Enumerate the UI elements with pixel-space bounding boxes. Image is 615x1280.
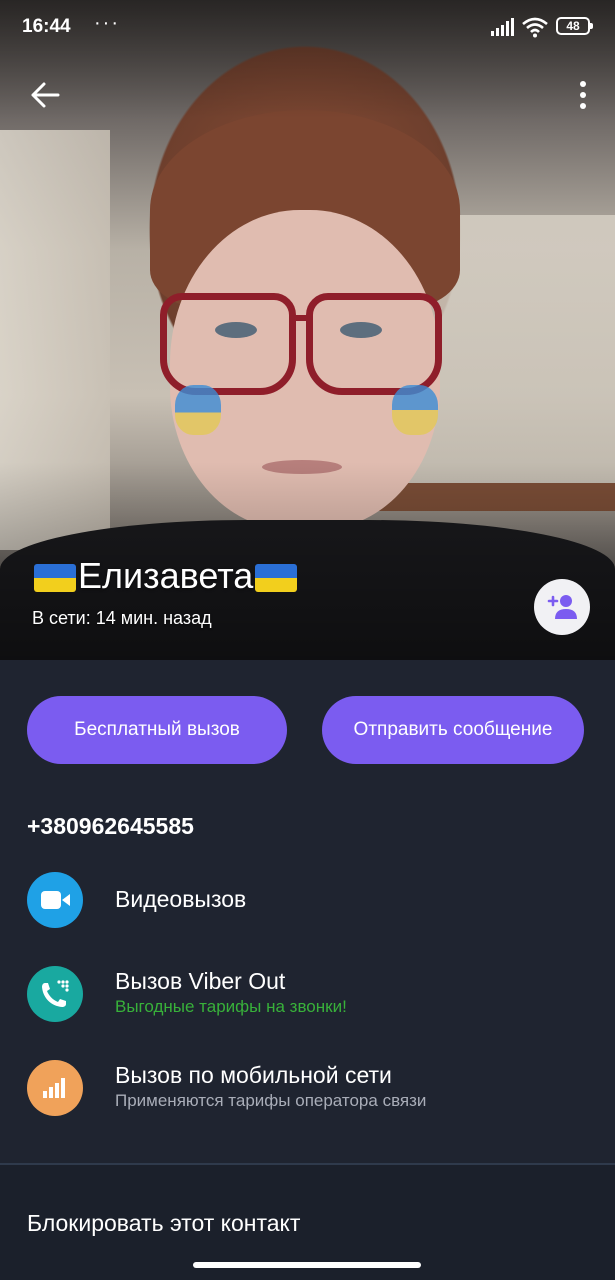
viber-out-option[interactable]: Вызов Viber Out Выгодные тарифы на звонк… (27, 966, 587, 1026)
contact-name: Елизавета (32, 555, 299, 597)
send-message-button[interactable]: Отправить сообщение (322, 696, 584, 764)
video-call-label: Видеовызов (115, 886, 247, 912)
cellular-signal-icon (27, 1060, 83, 1116)
video-call-option[interactable]: Видеовызов (27, 872, 587, 932)
viber-out-subtitle: Выгодные тарифы на звонки! (115, 997, 347, 1016)
back-arrow-icon[interactable] (26, 76, 64, 114)
status-bar: 16:44 ··· 48 (0, 0, 615, 54)
wifi-icon (522, 17, 548, 38)
more-vertical-icon[interactable] (566, 78, 600, 112)
video-camera-icon (27, 872, 83, 928)
phone-number[interactable]: +380962645585 (27, 813, 194, 840)
contact-name-text: Елизавета (78, 555, 254, 596)
phone-out-icon (27, 966, 83, 1022)
viber-out-label: Вызов Viber Out (115, 968, 286, 994)
mobile-call-option[interactable]: Вызов по мобильной сети Применяются тари… (27, 1060, 587, 1120)
add-contact-button[interactable] (534, 579, 590, 635)
notification-dots: ··· (94, 12, 120, 34)
mobile-call-label: Вызов по мобильной сети (115, 1062, 392, 1088)
last-seen-status: В сети: 14 мин. назад (32, 608, 212, 628)
home-indicator[interactable] (193, 1262, 421, 1268)
mobile-call-subtitle: Применяются тарифы оператора связи (115, 1091, 427, 1110)
battery-icon: 48 (556, 17, 593, 35)
signal-icon (491, 18, 514, 36)
add-person-icon (547, 595, 577, 619)
block-contact-button[interactable]: Блокировать этот контакт (27, 1210, 300, 1237)
ukraine-flag-icon (255, 564, 298, 593)
status-time: 16:44 (22, 16, 71, 37)
free-call-button[interactable]: Бесплатный вызов (27, 696, 287, 764)
ukraine-flag-icon (34, 564, 76, 593)
